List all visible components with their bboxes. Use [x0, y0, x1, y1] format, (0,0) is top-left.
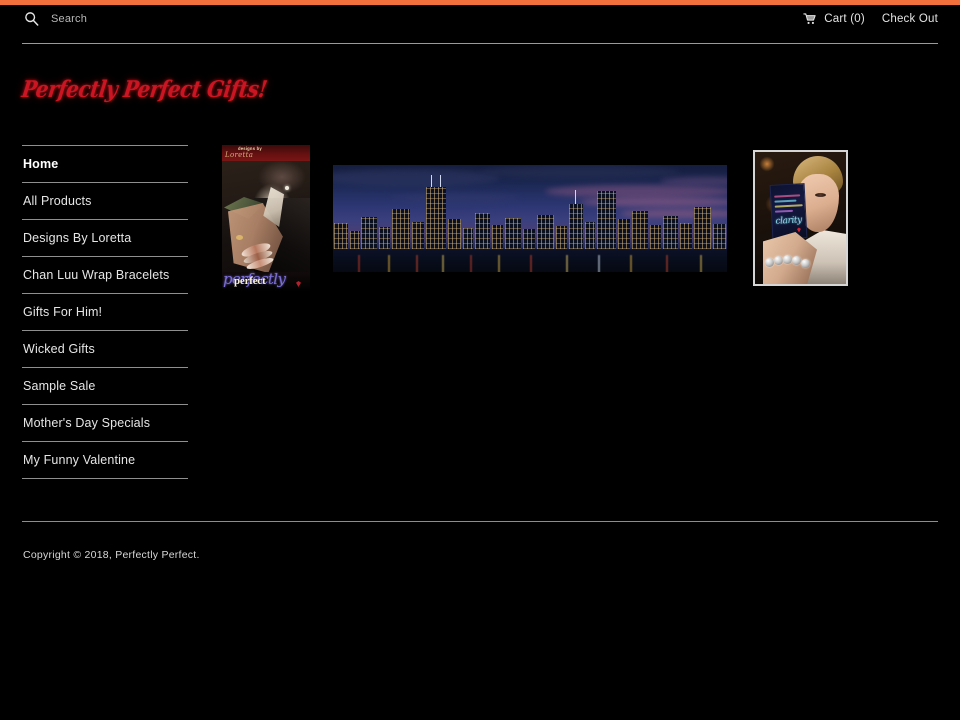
light-reflection [566, 255, 568, 273]
cart-label: Cart (0) [824, 13, 865, 25]
card-line [774, 199, 797, 203]
silver-bracelet [765, 254, 811, 270]
image-top-caption: designs by Loretta [222, 145, 310, 161]
building [475, 213, 490, 249]
search-bar[interactable] [24, 11, 251, 26]
sidebar-item-mothers-day-specials[interactable]: Mother's Day Specials [22, 405, 188, 441]
perfect-bold-label: perfect [234, 275, 266, 287]
building [463, 228, 473, 249]
building [632, 211, 648, 249]
building [505, 218, 521, 249]
shopping-cart-icon [803, 13, 817, 25]
banner-border [727, 163, 730, 275]
tuxedo-photo-body [222, 161, 310, 276]
image-bottom-caption: perfectly perfect [222, 270, 310, 292]
card-heart-icon [797, 227, 801, 232]
building [585, 222, 595, 249]
bracelet-link [801, 259, 810, 268]
footer-divider [22, 521, 938, 522]
building [350, 231, 360, 249]
held-card: clarity [769, 183, 808, 240]
portrait-with-card-image[interactable]: clarity [753, 150, 848, 286]
building [334, 223, 348, 249]
building [379, 227, 390, 249]
antenna [431, 175, 432, 187]
eye-shape [815, 193, 826, 197]
nav-divider [22, 478, 188, 479]
bracelet-link [765, 258, 774, 267]
building [556, 226, 567, 249]
light-reflection [470, 255, 472, 273]
cloud-shape [390, 193, 520, 203]
sidebar-item-all-products[interactable]: All Products [22, 183, 188, 219]
building [492, 225, 503, 249]
header-divider [22, 43, 938, 44]
antenna [440, 175, 441, 187]
antenna [575, 190, 576, 204]
banner-border [330, 163, 333, 275]
bracelet-link [792, 256, 801, 265]
light-reflection [598, 255, 600, 273]
heart-accent-icon [296, 281, 301, 287]
card-script-text: clarity [775, 215, 803, 227]
building [694, 207, 711, 249]
building [448, 219, 461, 249]
banner-border [330, 163, 730, 165]
light-reflection [666, 255, 668, 273]
light-reflection [630, 255, 632, 273]
main-content: designs by Loretta perfectly perfect cla… [222, 145, 938, 485]
copyright-text: Copyright © 2018, Perfectly Perfect. [23, 549, 200, 561]
sidebar-item-designs-by-loretta[interactable]: Designs By Loretta [22, 220, 188, 256]
building [618, 219, 630, 249]
header-actions: Cart (0) Check Out [803, 13, 938, 25]
light-reflection [388, 255, 390, 273]
cloud-shape [480, 165, 680, 179]
bracelet-link [783, 255, 792, 264]
loretta-script-label: Loretta [225, 151, 254, 159]
building [392, 209, 410, 249]
bracelet-link [774, 256, 783, 265]
light-reflection [416, 255, 418, 273]
sidebar-item-my-funny-valentine[interactable]: My Funny Valentine [22, 442, 188, 478]
building [537, 215, 554, 249]
building [361, 217, 377, 249]
light-reflection [530, 255, 532, 273]
card-line [774, 194, 801, 198]
building-sears-tower [426, 187, 446, 249]
designs-by-loretta-image[interactable]: designs by Loretta perfectly perfect [222, 145, 310, 292]
building [680, 223, 692, 249]
skyline-banner-image[interactable] [330, 163, 730, 275]
building [412, 222, 424, 249]
sidebar-item-gifts-for-him[interactable]: Gifts For Him! [22, 294, 188, 330]
building [650, 225, 661, 249]
building [663, 216, 678, 249]
building [569, 204, 583, 249]
earring-shape [285, 186, 289, 190]
banner-border [330, 272, 730, 275]
search-icon [24, 11, 39, 26]
light-reflection [442, 255, 444, 273]
checkout-link[interactable]: Check Out [882, 13, 938, 25]
light-reflection [358, 255, 360, 273]
building [523, 229, 535, 249]
search-input[interactable] [51, 12, 251, 25]
sidebar-item-sample-sale[interactable]: Sample Sale [22, 368, 188, 404]
sidebar-item-chan-luu-wrap-bracelets[interactable]: Chan Luu Wrap Bracelets [22, 257, 188, 293]
sidebar-item-wicked-gifts[interactable]: Wicked Gifts [22, 331, 188, 367]
card-line [774, 204, 803, 208]
sidebar-item-home[interactable]: Home [22, 146, 188, 182]
ring-shape [236, 235, 243, 240]
building-aon-center [597, 191, 616, 249]
building [713, 224, 726, 249]
site-header: Cart (0) Check Out [0, 5, 960, 44]
cloud-shape [545, 185, 730, 198]
light-reflection [700, 255, 702, 273]
site-logo[interactable]: Perfectly Perfect Gifts! [20, 75, 269, 103]
sidebar-navigation: Home All Products Designs By Loretta Cha… [22, 145, 188, 479]
light-reflection [498, 255, 500, 273]
card-line [774, 209, 794, 213]
cart-link[interactable]: Cart (0) [803, 13, 865, 25]
